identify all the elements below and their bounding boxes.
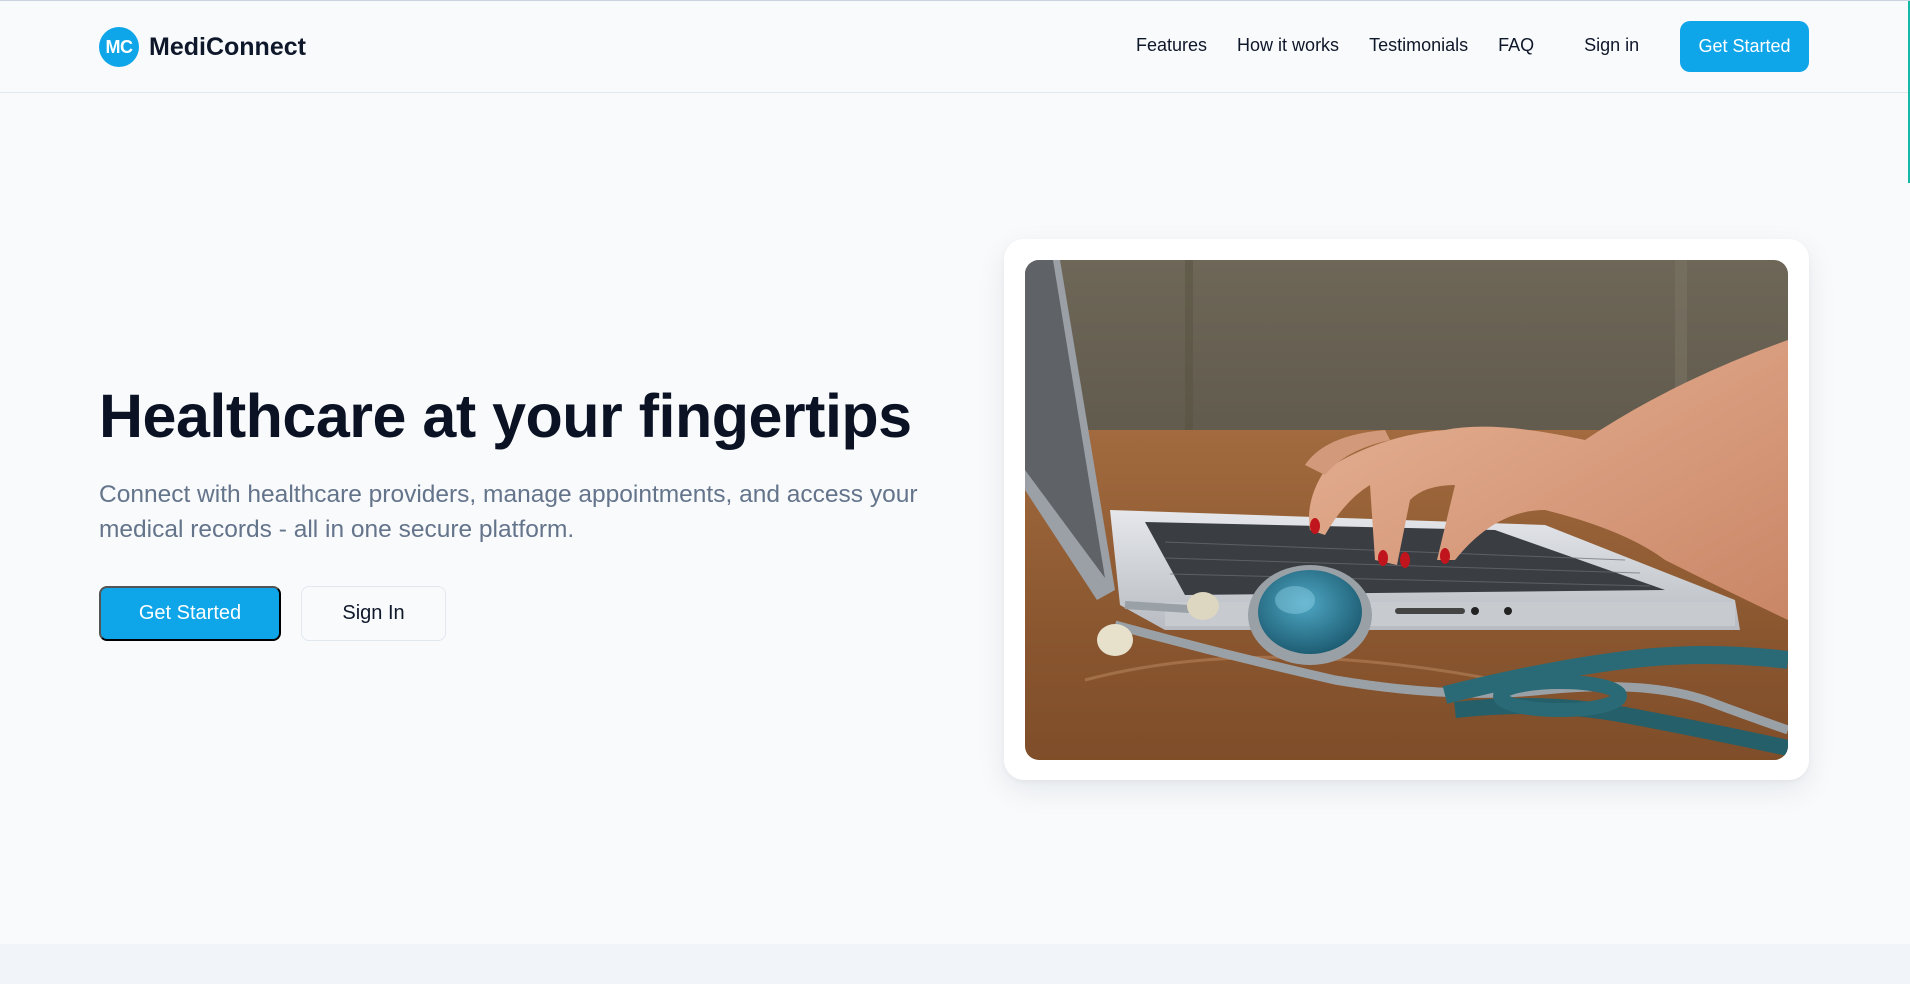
nav-link-features[interactable]: Features <box>1136 35 1207 56</box>
brand-name: MediConnect <box>149 32 306 61</box>
hero-subtitle: Connect with healthcare providers, manag… <box>99 481 918 543</box>
hero-image-card <box>1004 239 1809 780</box>
main-nav: Features How it works Testimonials FAQ S… <box>1136 35 1639 56</box>
hero-title: Healthcare at your fingertips <box>99 382 912 450</box>
nav-link-faq[interactable]: FAQ <box>1498 35 1534 56</box>
hero-sign-in-button[interactable]: Sign In <box>301 586 446 641</box>
hero-get-started-button[interactable]: Get Started <box>99 586 281 641</box>
landing-page: MC MediConnect Features How it works Tes… <box>0 0 1910 984</box>
nav-link-how-it-works[interactable]: How it works <box>1237 35 1339 56</box>
nav-sign-in-link[interactable]: Sign in <box>1584 35 1639 56</box>
logo-badge-icon: MC <box>99 27 139 67</box>
logo[interactable]: MC MediConnect <box>99 27 306 67</box>
site-header: MC MediConnect Features How it works Tes… <box>0 1 1910 183</box>
nav-link-testimonials[interactable]: Testimonials <box>1369 35 1468 56</box>
laptop-stethoscope-photo <box>1025 260 1788 760</box>
header-get-started-button[interactable]: Get Started <box>1680 21 1809 72</box>
next-section-band <box>0 944 1910 984</box>
